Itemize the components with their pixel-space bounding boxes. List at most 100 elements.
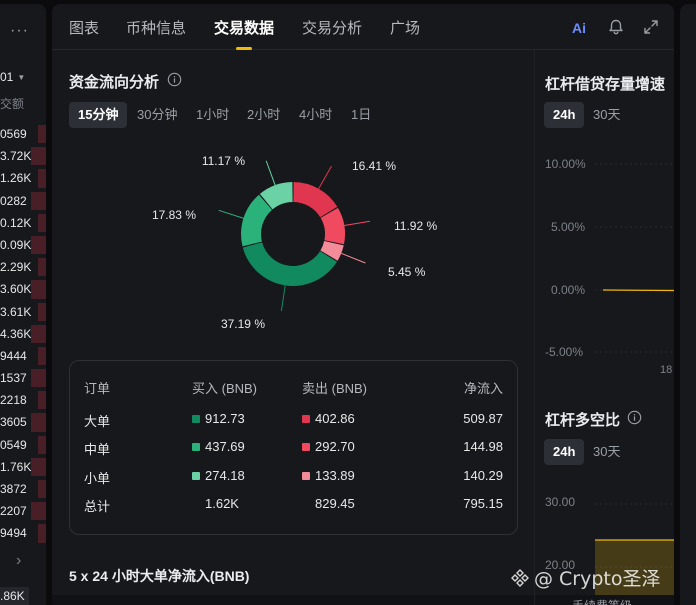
tab-chart[interactable]: 图表 <box>69 17 99 38</box>
left-header-text: 01 <box>0 70 14 84</box>
binance-logo-icon <box>511 569 529 587</box>
long-short-period-30d[interactable]: 30天 <box>584 439 629 465</box>
period-2h[interactable]: 2小时 <box>238 102 289 128</box>
left-value-text: 3.60K <box>0 282 32 297</box>
watermark-text: @ Crypto圣泽 <box>534 568 661 590</box>
left-value-row[interactable]: 3.60K <box>0 278 46 300</box>
volume-bar <box>31 324 46 343</box>
left-value-row[interactable]: 1537 <box>0 367 46 389</box>
left-value-row[interactable]: 3.61K <box>0 301 46 323</box>
left-value-text: 1537 <box>0 371 27 386</box>
left-value-row[interactable]: 0569 <box>0 123 46 145</box>
row-medium-buy-value: 437.69 <box>205 439 245 454</box>
margin-growth-line <box>602 289 674 292</box>
donut-label: 11.17 % <box>202 154 245 168</box>
left-value-row[interactable]: 2207 <box>0 500 46 522</box>
ai-icon[interactable]: Ai <box>572 20 590 38</box>
period-4h[interactable]: 4小时 <box>290 102 341 128</box>
left-value-row[interactable]: 3.72K <box>0 145 46 167</box>
volume-bar <box>38 125 46 144</box>
long-short-period-24h[interactable]: 24h <box>544 439 585 465</box>
expand-icon[interactable] <box>642 18 660 36</box>
margin-period-30d[interactable]: 30天 <box>584 102 629 128</box>
order-flow-table: 订单 买入 (BNB) 卖出 (BNB) 净流入 大单 912.73 402.8… <box>69 360 518 535</box>
left-value-row[interactable]: 3605 <box>0 411 46 433</box>
left-value-row[interactable]: 2218 <box>0 389 46 411</box>
row-total-sell: 829.45 <box>315 496 355 511</box>
left-value-row[interactable]: 2.29K <box>0 256 46 278</box>
period-30m[interactable]: 30分钟 <box>128 102 186 128</box>
tab-square[interactable]: 广场 <box>390 17 420 38</box>
margin-y-tick: -5.00% <box>545 345 584 359</box>
margin-y-tick: 5.00% <box>551 220 586 234</box>
left-value-row[interactable]: 1.76K <box>0 456 46 478</box>
row-small-name: 小单 <box>84 471 111 486</box>
left-last-value: .86K <box>0 587 29 605</box>
fee-level-link[interactable]: 手续费等级 <box>572 597 632 605</box>
left-value-row[interactable]: 9444 <box>0 345 46 367</box>
sell-large-swatch <box>302 415 310 423</box>
bell-icon[interactable] <box>607 18 625 36</box>
left-value-text: 0282 <box>0 193 27 208</box>
row-medium-buy: 437.69 <box>192 439 245 454</box>
left-value-row[interactable]: 0.12K <box>0 212 46 234</box>
row-total-buy: 1.62K <box>205 496 239 511</box>
margin-growth-title: 杠杆借贷存量增速 <box>545 76 666 93</box>
donut-label: 17.83 % <box>152 208 196 222</box>
left-value-text: 3.61K <box>0 304 32 319</box>
left-value-row[interactable]: 4.36K <box>0 323 46 345</box>
row-large-name: 大单 <box>84 414 111 429</box>
left-value-text: 2.29K <box>0 260 32 275</box>
volume-bar <box>38 346 46 366</box>
period-15m[interactable]: 15分钟 <box>69 102 128 128</box>
row-small-buy-value: 274.18 <box>205 468 245 483</box>
tab-coin-info[interactable]: 币种信息 <box>126 17 186 38</box>
donut-leader-line <box>344 220 371 226</box>
left-header-value[interactable]: 01 ▼ <box>0 70 25 84</box>
chevron-right-icon[interactable]: › <box>16 552 21 570</box>
donut-leader-line <box>341 252 366 264</box>
info-icon[interactable] <box>627 410 642 425</box>
period-1h[interactable]: 1小时 <box>187 102 238 128</box>
tab-trading-data[interactable]: 交易数据 <box>214 17 274 50</box>
row-small-sell: 133.89 <box>302 468 355 483</box>
donut-leader-line <box>318 165 332 190</box>
tab-trading-analysis[interactable]: 交易分析 <box>302 17 362 38</box>
volume-bar <box>38 480 46 499</box>
period-1d[interactable]: 1日 <box>342 102 380 128</box>
row-large-buy-value: 912.73 <box>205 411 245 426</box>
left-value-text: 2207 <box>0 504 27 519</box>
sell-medium-swatch <box>302 443 310 451</box>
volume-bar <box>38 524 46 543</box>
left-value-row[interactable]: 0549 <box>0 434 46 456</box>
left-value-row[interactable]: 0282 <box>0 190 46 212</box>
left-value-row[interactable]: 3872 <box>0 478 46 500</box>
left-value-text: 0549 <box>0 437 27 452</box>
volume-bar <box>31 457 46 476</box>
volume-bar <box>38 258 46 277</box>
donut-slice[interactable] <box>293 182 338 218</box>
donut-label: 16.41 % <box>352 159 396 173</box>
left-value-row[interactable]: 0.09K <box>0 234 46 256</box>
volume-bar <box>31 502 46 521</box>
left-value-row[interactable]: 9494 <box>0 522 46 544</box>
row-small-net: 140.29 <box>463 468 503 483</box>
ellipsis-icon[interactable]: ··· <box>10 22 29 40</box>
row-large-sell-value: 402.86 <box>315 411 355 426</box>
left-value-row[interactable]: 1.26K <box>0 167 46 189</box>
left-header-label: 交额 <box>0 97 25 111</box>
left-value-text: 1.76K <box>0 459 32 474</box>
row-small-sell-value: 133.89 <box>315 468 355 483</box>
margin-y-tick: 10.00% <box>545 157 586 171</box>
row-medium-name: 中单 <box>84 442 111 457</box>
volume-bar <box>38 213 46 232</box>
margin-period-24h[interactable]: 24h <box>544 102 585 128</box>
donut-label: 11.92 % <box>394 219 437 233</box>
left-value-text: 0.12K <box>0 215 32 230</box>
buy-large-swatch <box>192 415 200 423</box>
info-icon[interactable] <box>167 72 182 87</box>
left-value-text: 3605 <box>0 415 27 430</box>
donut-label: 37.19 % <box>221 317 265 331</box>
table-header-sell: 卖出 (BNB) <box>302 381 368 396</box>
volume-bar <box>38 391 46 410</box>
